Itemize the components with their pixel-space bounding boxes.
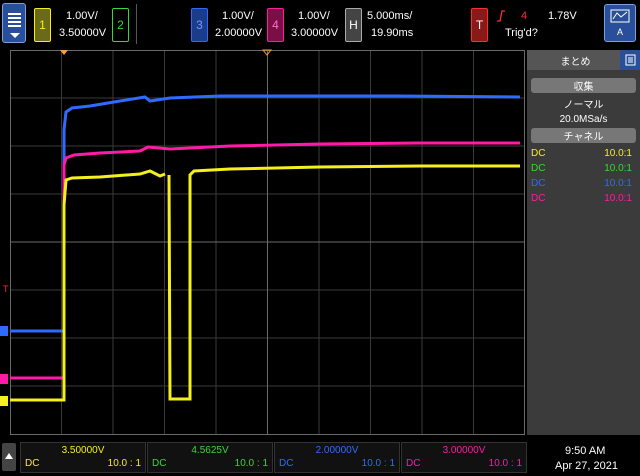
trigger-position-marker bbox=[60, 50, 68, 55]
channel-3-probe: 10.0:1 bbox=[604, 178, 632, 189]
channel-2-softkey[interactable]: 4.5625V DC 10.0 : 1 bbox=[147, 442, 273, 473]
channel-row-4: DC 10.0:1 bbox=[527, 191, 640, 206]
panel-menu-icon[interactable] bbox=[620, 50, 640, 70]
channel-3-coupling: DC bbox=[531, 178, 546, 189]
chevron-up-icon bbox=[5, 453, 13, 459]
channel-1-softkey-probe: 10.0 : 1 bbox=[107, 458, 141, 469]
clock-date: Apr 27, 2021 bbox=[555, 460, 618, 472]
time-reference-marker bbox=[261, 49, 273, 56]
channel-4-ground-marker bbox=[0, 374, 8, 384]
channel-4-softkey-value: 3.00000V bbox=[442, 445, 486, 456]
channel-row-3: DC 10.0:1 bbox=[527, 176, 640, 191]
channel-4-probe: 10.0:1 bbox=[604, 193, 632, 204]
channel-row-1: DC 10.0:1 bbox=[527, 146, 640, 161]
channel-3-ground-marker bbox=[0, 326, 8, 336]
channel-4-softkey-coupling: DC bbox=[406, 458, 421, 469]
channel-3-softkey-probe: 10.0 : 1 bbox=[361, 458, 395, 469]
sample-rate: 20.0MSa/s bbox=[559, 114, 608, 125]
channel-4-softkey[interactable]: 3.00000V DC 10.0 : 1 bbox=[401, 442, 527, 473]
acquisition-header: 収集 bbox=[531, 78, 636, 93]
channel-row-2: DC 10.0:1 bbox=[527, 161, 640, 176]
collapse-toggle-button[interactable] bbox=[2, 443, 16, 471]
channel-1-trace-gap bbox=[167, 164, 520, 401]
channel-1-softkey-coupling: DC bbox=[25, 458, 40, 469]
channel-1-coupling: DC bbox=[531, 148, 546, 159]
channel-1-softkey-value: 3.50000V bbox=[61, 445, 105, 456]
trigger-level-marker: T bbox=[3, 284, 9, 294]
channel-header: チャネル bbox=[531, 128, 636, 143]
channel-2-softkey-value: 4.5625V bbox=[191, 445, 229, 456]
summary-panel: まとめ 収集 ノーマル 20.0MSa/s チャネル DC 10.0:1 DC 10… bbox=[527, 50, 640, 435]
channel-4-softkey-probe: 10.0 : 1 bbox=[488, 458, 522, 469]
channel-2-probe: 10.0:1 bbox=[604, 163, 632, 174]
channel-2-coupling: DC bbox=[531, 163, 546, 174]
channel-1-probe: 10.0:1 bbox=[604, 148, 632, 159]
channel-2-softkey-coupling: DC bbox=[152, 458, 167, 469]
channel-1-ground-marker bbox=[0, 396, 8, 406]
channel-1-trace bbox=[10, 169, 166, 402]
channel-2-softkey-probe: 10.0 : 1 bbox=[234, 458, 268, 469]
acquisition-mode: ノーマル bbox=[563, 100, 604, 111]
channel-3-softkey[interactable]: 2.00000V DC 10.0 : 1 bbox=[274, 442, 400, 473]
clock-time: 9:50 AM bbox=[565, 445, 606, 457]
channel-3-softkey-coupling: DC bbox=[279, 458, 294, 469]
summary-tab-label[interactable]: まとめ bbox=[531, 53, 620, 68]
channel-3-softkey-value: 2.00000V bbox=[315, 445, 359, 456]
channel-1-softkey[interactable]: 3.50000V DC 10.0 : 1 bbox=[20, 442, 146, 473]
channel-3-trace bbox=[10, 94, 521, 333]
channel-4-coupling: DC bbox=[531, 193, 546, 204]
